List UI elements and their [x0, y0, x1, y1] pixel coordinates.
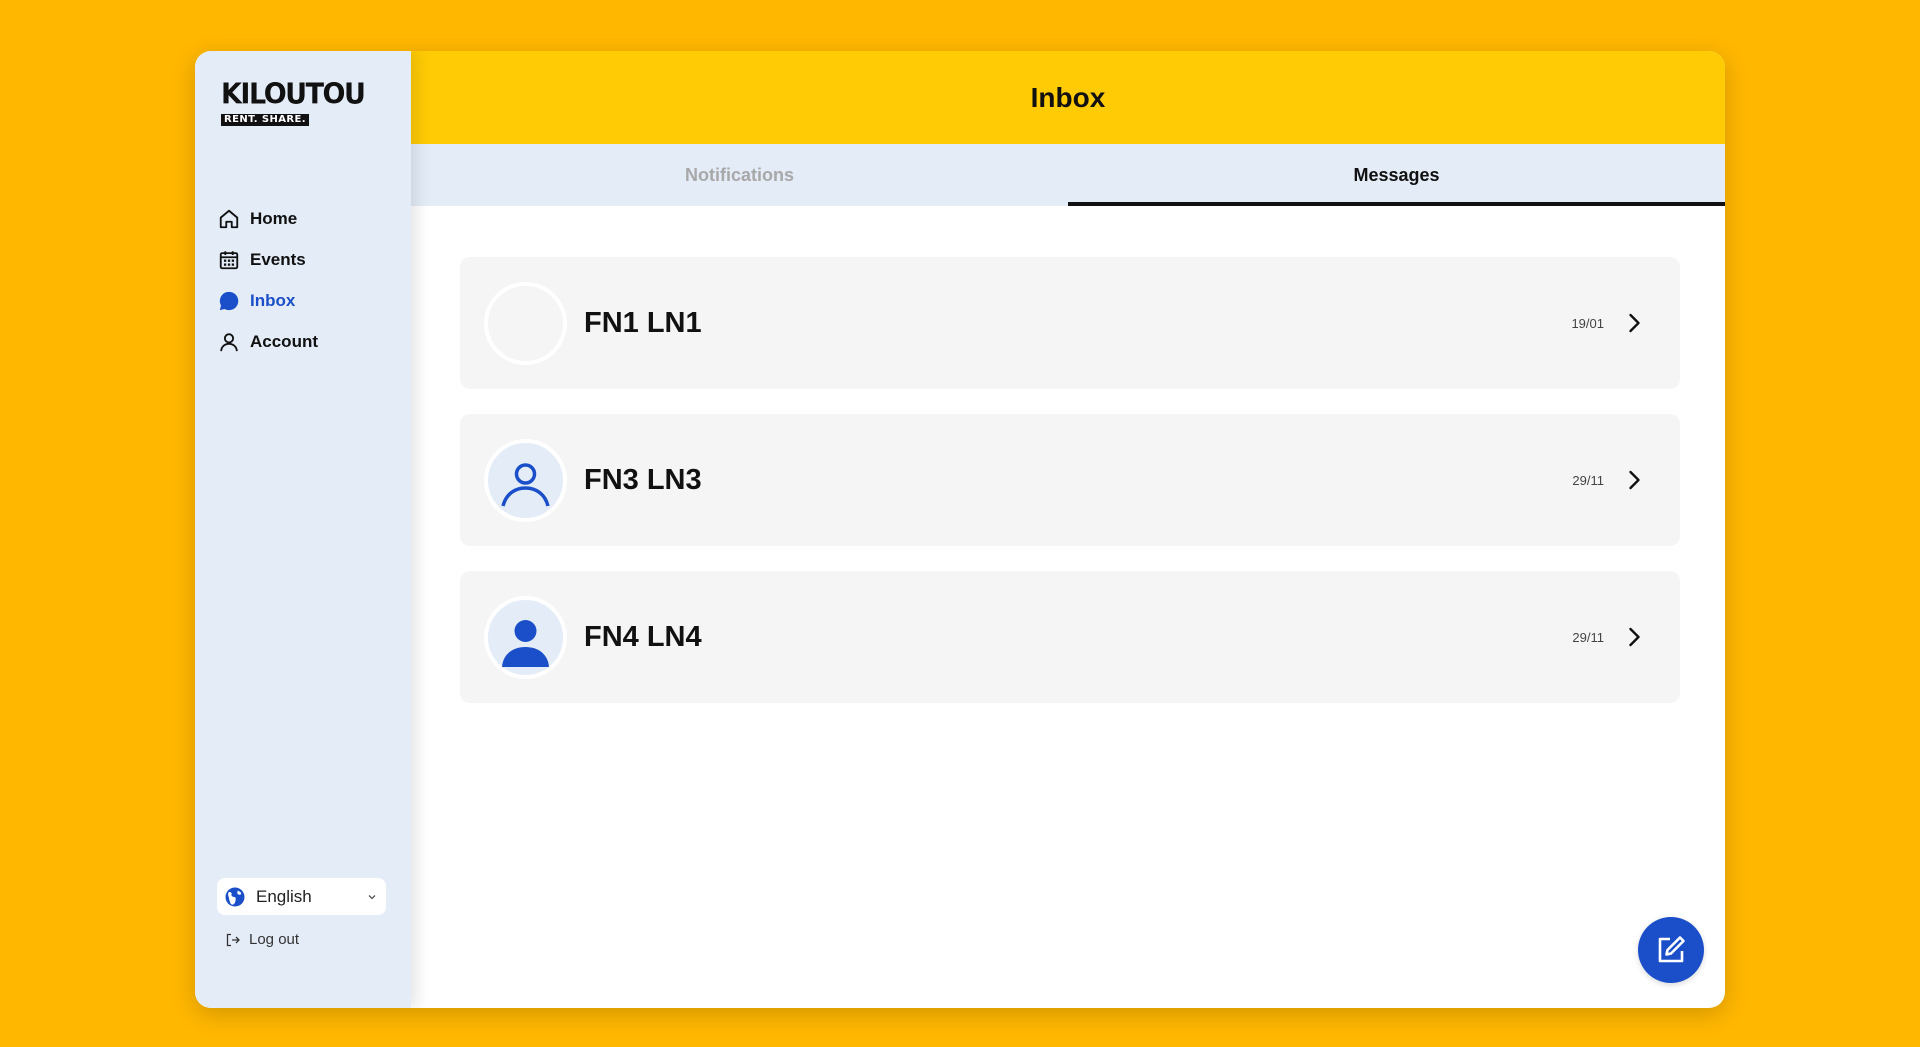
- user-icon: [217, 330, 241, 354]
- calendar-icon: [217, 248, 241, 272]
- sidebar-item-label: Events: [250, 249, 306, 269]
- sidebar-item-account[interactable]: Account: [217, 321, 397, 362]
- page-header: Inbox: [411, 51, 1725, 144]
- list-item[interactable]: FN3 LN3 29/11: [460, 414, 1680, 546]
- language-select[interactable]: English: [217, 878, 386, 915]
- tab-bar: Notifications Messages: [411, 144, 1725, 206]
- language-selected-value: English: [256, 886, 312, 906]
- chevron-right-icon: [1629, 313, 1640, 333]
- list-item[interactable]: FN1 LN1 19/01: [460, 257, 1680, 389]
- brand-logo[interactable]: KILOUTOU RENT. SHARE.: [221, 78, 381, 126]
- chevron-down-icon: [368, 894, 376, 899]
- list-item[interactable]: FN4 LN4 29/11: [460, 571, 1680, 703]
- sidebar-item-label: Home: [250, 208, 298, 228]
- sidebar-item-label: Account: [250, 331, 318, 351]
- sidebar: KILOUTOU RENT. SHARE. Home Events Inbox …: [195, 51, 411, 1008]
- chevron-right-icon: [1629, 470, 1640, 490]
- tab-messages[interactable]: Messages: [1068, 144, 1725, 206]
- brand-tagline: RENT. SHARE.: [221, 114, 309, 126]
- message-list: FN1 LN1 19/01 FN3 LN3 29/11 FN4 LN4 29/1…: [460, 257, 1680, 728]
- sidebar-nav: Home Events Inbox Account: [217, 198, 397, 362]
- logout-label: Log out: [249, 931, 300, 948]
- filled-user-icon: [502, 619, 549, 667]
- avatar: [484, 595, 567, 679]
- globe-icon: [225, 887, 245, 906]
- tab-notifications[interactable]: Notifications: [411, 144, 1068, 206]
- avatar: [484, 281, 567, 365]
- sidebar-item-inbox[interactable]: Inbox: [217, 280, 397, 321]
- message-date: 19/01: [1571, 315, 1604, 331]
- message-date: 29/11: [1572, 629, 1604, 645]
- brand-name: KILOUTOU: [221, 78, 366, 111]
- app-window: KILOUTOU RENT. SHARE. Home Events Inbox …: [195, 51, 1725, 1008]
- chat-bubble-icon: [217, 289, 241, 313]
- page-title: Inbox: [1030, 81, 1106, 113]
- contact-name: FN1 LN1: [584, 306, 702, 339]
- sidebar-item-events[interactable]: Events: [217, 239, 397, 280]
- compose-button[interactable]: [1638, 917, 1704, 983]
- outline-user-icon: [501, 462, 550, 507]
- logout-button[interactable]: Log out: [225, 931, 299, 948]
- compose-icon: [1658, 936, 1685, 963]
- avatar: [484, 438, 567, 522]
- home-icon: [217, 207, 241, 231]
- main-content: Inbox Notifications Messages FN1 LN1 19/…: [411, 51, 1725, 1008]
- contact-name: FN3 LN3: [584, 463, 702, 496]
- contact-name: FN4 LN4: [584, 620, 702, 653]
- sidebar-item-home[interactable]: Home: [217, 198, 397, 239]
- message-date: 29/11: [1572, 472, 1604, 488]
- logout-icon: [226, 933, 240, 946]
- sidebar-item-label: Inbox: [250, 290, 296, 310]
- chevron-right-icon: [1629, 627, 1640, 647]
